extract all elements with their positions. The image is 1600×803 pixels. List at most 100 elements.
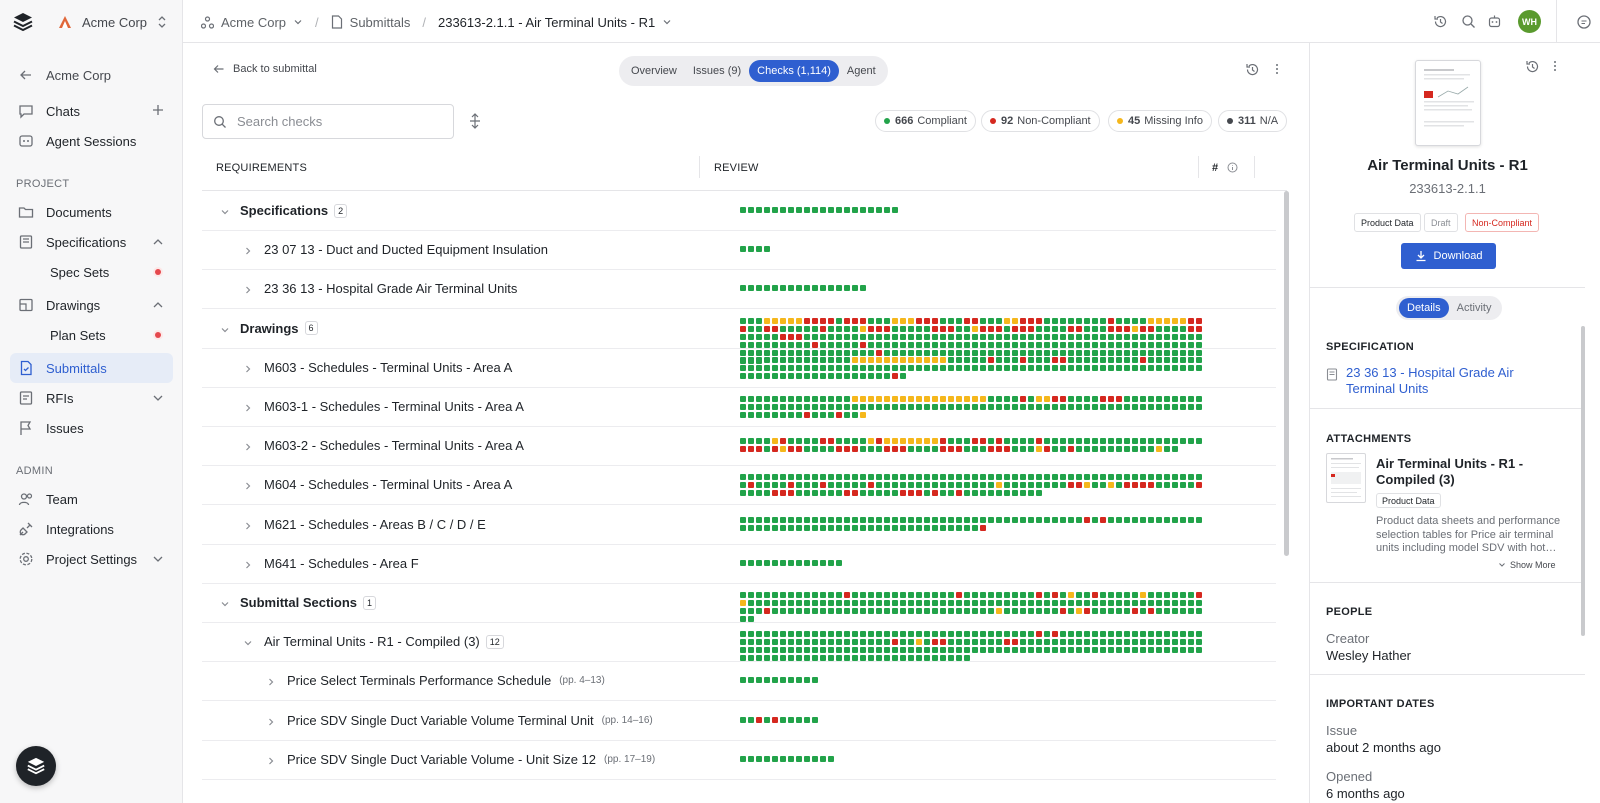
- check-cell[interactable]: [820, 639, 826, 646]
- check-cell[interactable]: [892, 655, 898, 662]
- check-cell[interactable]: [908, 446, 914, 453]
- check-cell[interactable]: [980, 356, 986, 363]
- check-cell[interactable]: [868, 207, 874, 213]
- check-cell[interactable]: [908, 516, 914, 523]
- check-cell[interactable]: [780, 600, 786, 606]
- sidebar-item-integrations[interactable]: Integrations: [10, 514, 173, 544]
- check-cell[interactable]: [844, 600, 850, 606]
- check-cell[interactable]: [1084, 325, 1090, 332]
- check-cell[interactable]: [1148, 404, 1154, 410]
- check-cell[interactable]: [860, 482, 866, 489]
- check-cell[interactable]: [740, 755, 746, 762]
- check-cell[interactable]: [1116, 325, 1122, 332]
- check-cell[interactable]: [1148, 474, 1154, 481]
- check-cell[interactable]: [948, 600, 954, 606]
- check-cell[interactable]: [1188, 396, 1194, 402]
- check-cell[interactable]: [828, 438, 834, 445]
- check-cell[interactable]: [860, 524, 866, 531]
- check-cell[interactable]: [996, 631, 1002, 638]
- check-cell[interactable]: [884, 592, 890, 598]
- check-cell[interactable]: [972, 647, 978, 654]
- check-cell[interactable]: [780, 356, 786, 363]
- check-cell[interactable]: [948, 396, 954, 402]
- check-cell[interactable]: [772, 285, 778, 292]
- check-cell[interactable]: [1028, 317, 1034, 324]
- check-cell[interactable]: [924, 356, 930, 363]
- check-cell[interactable]: [772, 412, 778, 418]
- check-cell[interactable]: [980, 396, 986, 402]
- check-cell[interactable]: [1060, 482, 1066, 489]
- check-cell[interactable]: [932, 647, 938, 654]
- check-cell[interactable]: [764, 647, 770, 654]
- check-cell[interactable]: [1148, 333, 1154, 340]
- check-cell[interactable]: [812, 396, 818, 402]
- check-cell[interactable]: [1084, 631, 1090, 638]
- check-cell[interactable]: [1052, 474, 1058, 481]
- check-cell[interactable]: [924, 317, 930, 324]
- check-cell[interactable]: [756, 404, 762, 410]
- check-cell[interactable]: [1092, 356, 1098, 363]
- check-cell[interactable]: [980, 333, 986, 340]
- check-cell[interactable]: [980, 490, 986, 497]
- check-cell[interactable]: [1020, 404, 1026, 410]
- check-cell[interactable]: [892, 524, 898, 531]
- check-cell[interactable]: [764, 446, 770, 453]
- check-cell[interactable]: [1076, 356, 1082, 363]
- check-cell[interactable]: [1124, 608, 1130, 614]
- check-cell[interactable]: [764, 404, 770, 410]
- check-cell[interactable]: [756, 396, 762, 402]
- check-cell[interactable]: [940, 592, 946, 598]
- check-cell[interactable]: [1156, 600, 1162, 606]
- check-cell[interactable]: [796, 474, 802, 481]
- check-cell[interactable]: [1012, 647, 1018, 654]
- check-cell[interactable]: [1020, 356, 1026, 363]
- check-cell[interactable]: [988, 333, 994, 340]
- check-cell[interactable]: [1092, 364, 1098, 371]
- assistant-fab-button[interactable]: [16, 746, 56, 786]
- check-cell[interactable]: [868, 655, 874, 662]
- check-cell[interactable]: [1164, 592, 1170, 598]
- check-cell[interactable]: [1164, 600, 1170, 606]
- check-cell[interactable]: [748, 412, 754, 418]
- check-cell[interactable]: [1100, 317, 1106, 324]
- check-cell[interactable]: [940, 474, 946, 481]
- check-cell[interactable]: [900, 647, 906, 654]
- check-cell[interactable]: [868, 372, 874, 379]
- sidebar-item-submittals[interactable]: Submittals: [10, 353, 173, 383]
- check-cell[interactable]: [1124, 631, 1130, 638]
- check-cell[interactable]: [804, 285, 810, 292]
- chevron-right-icon[interactable]: [243, 440, 253, 455]
- check-cell[interactable]: [956, 524, 962, 531]
- chevron-down-icon[interactable]: [152, 553, 164, 565]
- check-cell[interactable]: [1036, 446, 1042, 453]
- check-cell[interactable]: [884, 655, 890, 662]
- check-cell[interactable]: [852, 631, 858, 638]
- check-cell[interactable]: [1180, 341, 1186, 348]
- check-cell[interactable]: [868, 356, 874, 363]
- check-cell[interactable]: [1132, 639, 1138, 646]
- check-cell[interactable]: [748, 333, 754, 340]
- check-cell[interactable]: [932, 524, 938, 531]
- check-cell[interactable]: [884, 356, 890, 363]
- check-cell[interactable]: [948, 639, 954, 646]
- check-cell[interactable]: [812, 446, 818, 453]
- check-cell[interactable]: [1148, 364, 1154, 371]
- panel-scrollbar[interactable]: [1581, 326, 1585, 636]
- check-cell[interactable]: [884, 639, 890, 646]
- history-icon[interactable]: [1525, 59, 1540, 74]
- check-cell[interactable]: [844, 356, 850, 363]
- chevron-right-icon[interactable]: [243, 244, 253, 259]
- check-cell[interactable]: [964, 364, 970, 371]
- check-cell[interactable]: [740, 647, 746, 654]
- check-cell[interactable]: [1196, 317, 1202, 324]
- sidebar-back-link[interactable]: Acme Corp: [10, 60, 173, 90]
- check-cell[interactable]: [788, 317, 794, 324]
- check-cell[interactable]: [804, 600, 810, 606]
- check-cell[interactable]: [996, 647, 1002, 654]
- check-cell[interactable]: [916, 404, 922, 410]
- check-cell[interactable]: [940, 404, 946, 410]
- check-cell[interactable]: [1140, 356, 1146, 363]
- check-cell[interactable]: [780, 516, 786, 523]
- check-cell[interactable]: [756, 246, 762, 253]
- check-cell[interactable]: [900, 608, 906, 614]
